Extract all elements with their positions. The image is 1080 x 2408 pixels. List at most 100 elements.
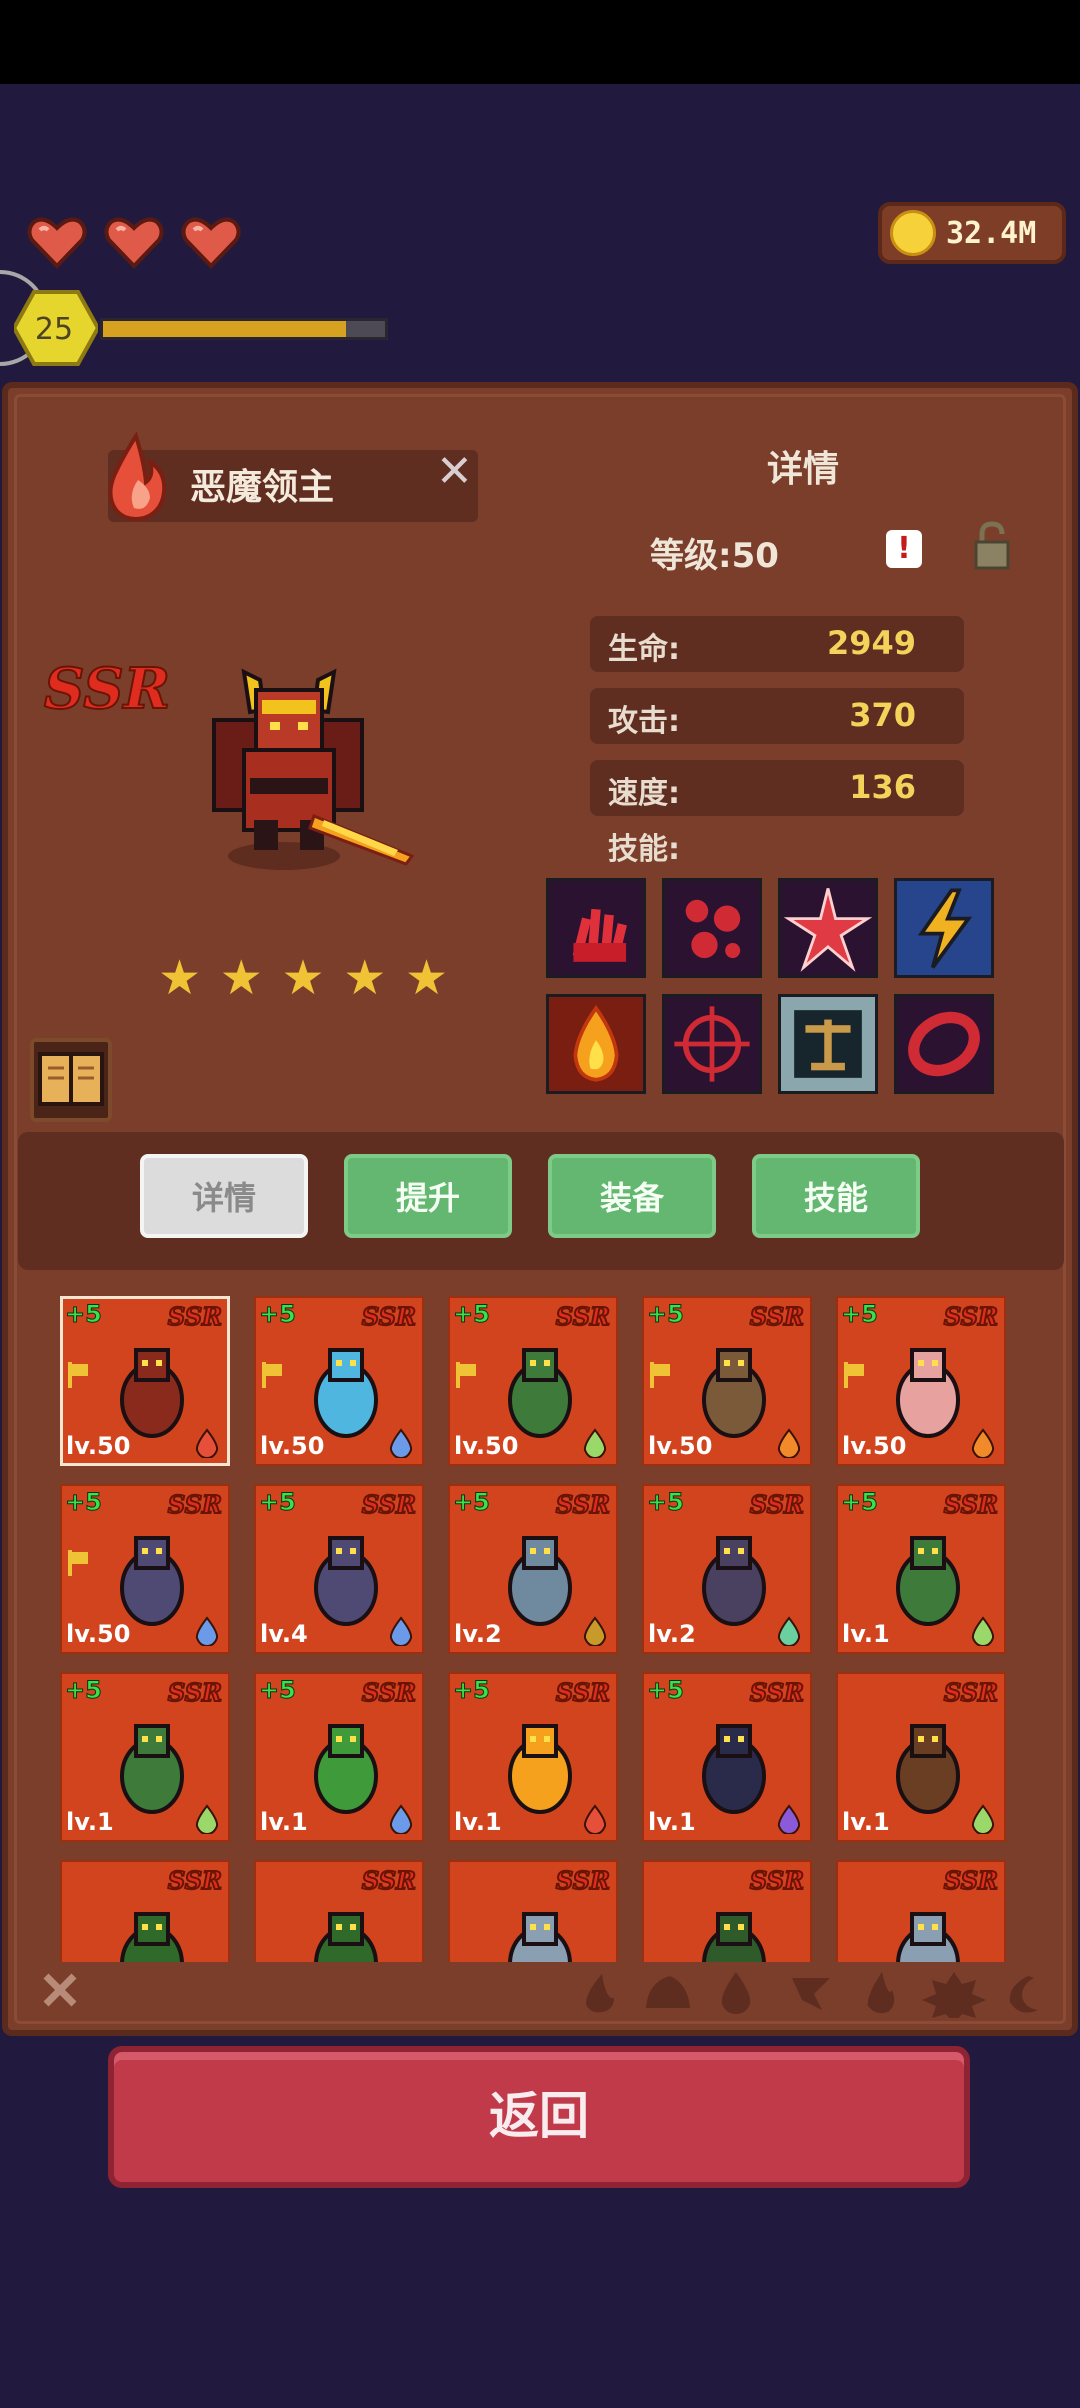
- sun-element-icon: [971, 1428, 995, 1458]
- rarity-badge: SSR: [361, 1489, 417, 1520]
- rarity-badge: SSR: [749, 1489, 805, 1520]
- hero-level: lv.1: [842, 1808, 890, 1836]
- rarity-badge: SSR: [555, 1489, 611, 1520]
- hero-sprite: [120, 1348, 184, 1438]
- back-button-label: 返回: [489, 2087, 589, 2145]
- xp-bar-fill: [103, 321, 346, 337]
- hero-card[interactable]: SSR: [254, 1860, 424, 1962]
- team-flag-icon: [650, 1362, 670, 1388]
- lightning-skill-icon[interactable]: [894, 878, 994, 978]
- tab-skills[interactable]: 技能: [752, 1154, 920, 1238]
- unlock-icon[interactable]: [972, 520, 1012, 570]
- stat-attack-label: 攻击:: [608, 704, 680, 739]
- heart-icon: [181, 217, 241, 269]
- star-icon: ★: [343, 950, 387, 1006]
- skills-label: 技能:: [608, 832, 680, 867]
- tab-upgrade[interactable]: 提升: [344, 1154, 512, 1238]
- enhance-level: +5: [259, 1300, 297, 1329]
- hero-card[interactable]: +5 SSR lv.4: [254, 1484, 424, 1654]
- hero-roster-grid: +5 SSR lv.50 +5 SSR lv.50 +5 SSR lv.50 +5 SSR lv.50…: [60, 1296, 1020, 1962]
- enhance-level: +5: [647, 1488, 685, 1517]
- hero-sprite: [896, 1536, 960, 1626]
- rarity-badge: SSR: [43, 655, 171, 723]
- fire-element-icon: [195, 1428, 219, 1458]
- hero-card[interactable]: +5 SSR lv.50: [448, 1296, 618, 1466]
- codex-book-button[interactable]: [30, 1038, 112, 1122]
- hero-card[interactable]: +5 SSR lv.2: [448, 1484, 618, 1654]
- hero-level: lv.1: [842, 1620, 890, 1648]
- hero-sprite: [120, 1536, 184, 1626]
- fire-element-icon: [583, 1804, 607, 1834]
- enhance-level: +5: [453, 1676, 491, 1705]
- team-flag-icon: [456, 1362, 476, 1388]
- rarity-badge: SSR: [167, 1489, 223, 1520]
- hero-card[interactable]: +5 SSR lv.1: [254, 1672, 424, 1842]
- hero-card[interactable]: +5 SSR lv.50: [60, 1296, 230, 1466]
- hero-level: lv.4: [260, 1620, 308, 1648]
- hero-level: lv.1: [66, 1808, 114, 1836]
- leaf-element-icon: [583, 1428, 607, 1458]
- rarity-badge: SSR: [167, 1865, 223, 1896]
- moon-filter-icon: [1009, 1976, 1038, 2013]
- rarity-badge: SSR: [361, 1865, 417, 1896]
- team-flag-icon: [844, 1362, 864, 1388]
- wind-filter-icon: [792, 1978, 830, 2010]
- hero-sprite: [508, 1912, 572, 1962]
- hero-sprite: [508, 1536, 572, 1626]
- fire-filter-icon: [586, 1974, 614, 2013]
- coin-icon: [890, 210, 936, 256]
- close-icon[interactable]: ✕: [436, 446, 473, 497]
- rarity-badge: SSR: [943, 1865, 999, 1896]
- hero-sprite: [896, 1912, 960, 1962]
- team-flag-icon: [68, 1550, 88, 1576]
- enhance-level: +5: [647, 1676, 685, 1705]
- hero-card[interactable]: +5 SSR lv.50: [836, 1296, 1006, 1466]
- hero-level: lv.50: [842, 1432, 907, 1460]
- stat-attack-value: 370: [849, 696, 916, 734]
- star-icon: ★: [404, 950, 448, 1006]
- earth-element-icon: [583, 1616, 607, 1646]
- hero-card[interactable]: SSR lv.1: [836, 1672, 1006, 1842]
- star-burst-skill-icon[interactable]: [778, 878, 878, 978]
- fire-skill-icon[interactable]: [546, 994, 646, 1094]
- hero-level: lv.50: [66, 1620, 131, 1648]
- rarity-badge: SSR: [749, 1677, 805, 1708]
- claw-skill-icon[interactable]: [546, 878, 646, 978]
- details-title: 详情: [766, 449, 839, 490]
- tab-equipment[interactable]: 装备: [548, 1154, 716, 1238]
- hero-level: lv.2: [454, 1620, 502, 1648]
- blood-drops-skill-icon[interactable]: [662, 878, 762, 978]
- rarity-badge: SSR: [555, 1301, 611, 1332]
- hero-card[interactable]: SSR: [836, 1860, 1006, 1962]
- tab-details[interactable]: 详情: [140, 1154, 308, 1238]
- hero-card[interactable]: +5 SSR lv.1: [60, 1672, 230, 1842]
- coin-counter[interactable]: 32.4M: [878, 202, 1066, 264]
- alert-icon[interactable]: !: [886, 530, 922, 568]
- team-flag-icon: [68, 1362, 88, 1388]
- water-element-icon: [195, 1616, 219, 1646]
- hero-card[interactable]: +5 SSR lv.50: [642, 1296, 812, 1466]
- vortex-skill-icon[interactable]: [894, 994, 994, 1094]
- star-icon: ★: [281, 950, 325, 1006]
- flame-filter-icon: [867, 1972, 895, 2014]
- hero-card[interactable]: +5 SSR lv.1: [448, 1672, 618, 1842]
- level-number: 25: [35, 312, 73, 347]
- rarity-badge: SSR: [749, 1865, 805, 1896]
- hero-level: lv.2: [648, 1620, 696, 1648]
- hero-card[interactable]: +5 SSR lv.50: [60, 1484, 230, 1654]
- stat-speed: 速度: 136: [590, 760, 964, 816]
- hero-card[interactable]: +5 SSR lv.2: [642, 1484, 812, 1654]
- clear-filter-icon: [43, 1973, 77, 2007]
- crosshair-skill-icon[interactable]: [662, 994, 762, 1094]
- hero-card[interactable]: SSR: [448, 1860, 618, 1962]
- hero-card[interactable]: SSR: [642, 1860, 812, 1962]
- moon-element-icon: [777, 1804, 801, 1834]
- hero-card[interactable]: +5 SSR lv.1: [836, 1484, 1006, 1654]
- enhance-level: +5: [647, 1300, 685, 1329]
- hero-card[interactable]: +5 SSR lv.50: [254, 1296, 424, 1466]
- stat-hp: 生命: 2949: [590, 616, 964, 672]
- hero-card[interactable]: +5 SSR lv.1: [642, 1672, 812, 1842]
- heart-icon: [104, 217, 164, 269]
- balance-skill-icon[interactable]: [778, 994, 878, 1094]
- hero-card[interactable]: SSR: [60, 1860, 230, 1962]
